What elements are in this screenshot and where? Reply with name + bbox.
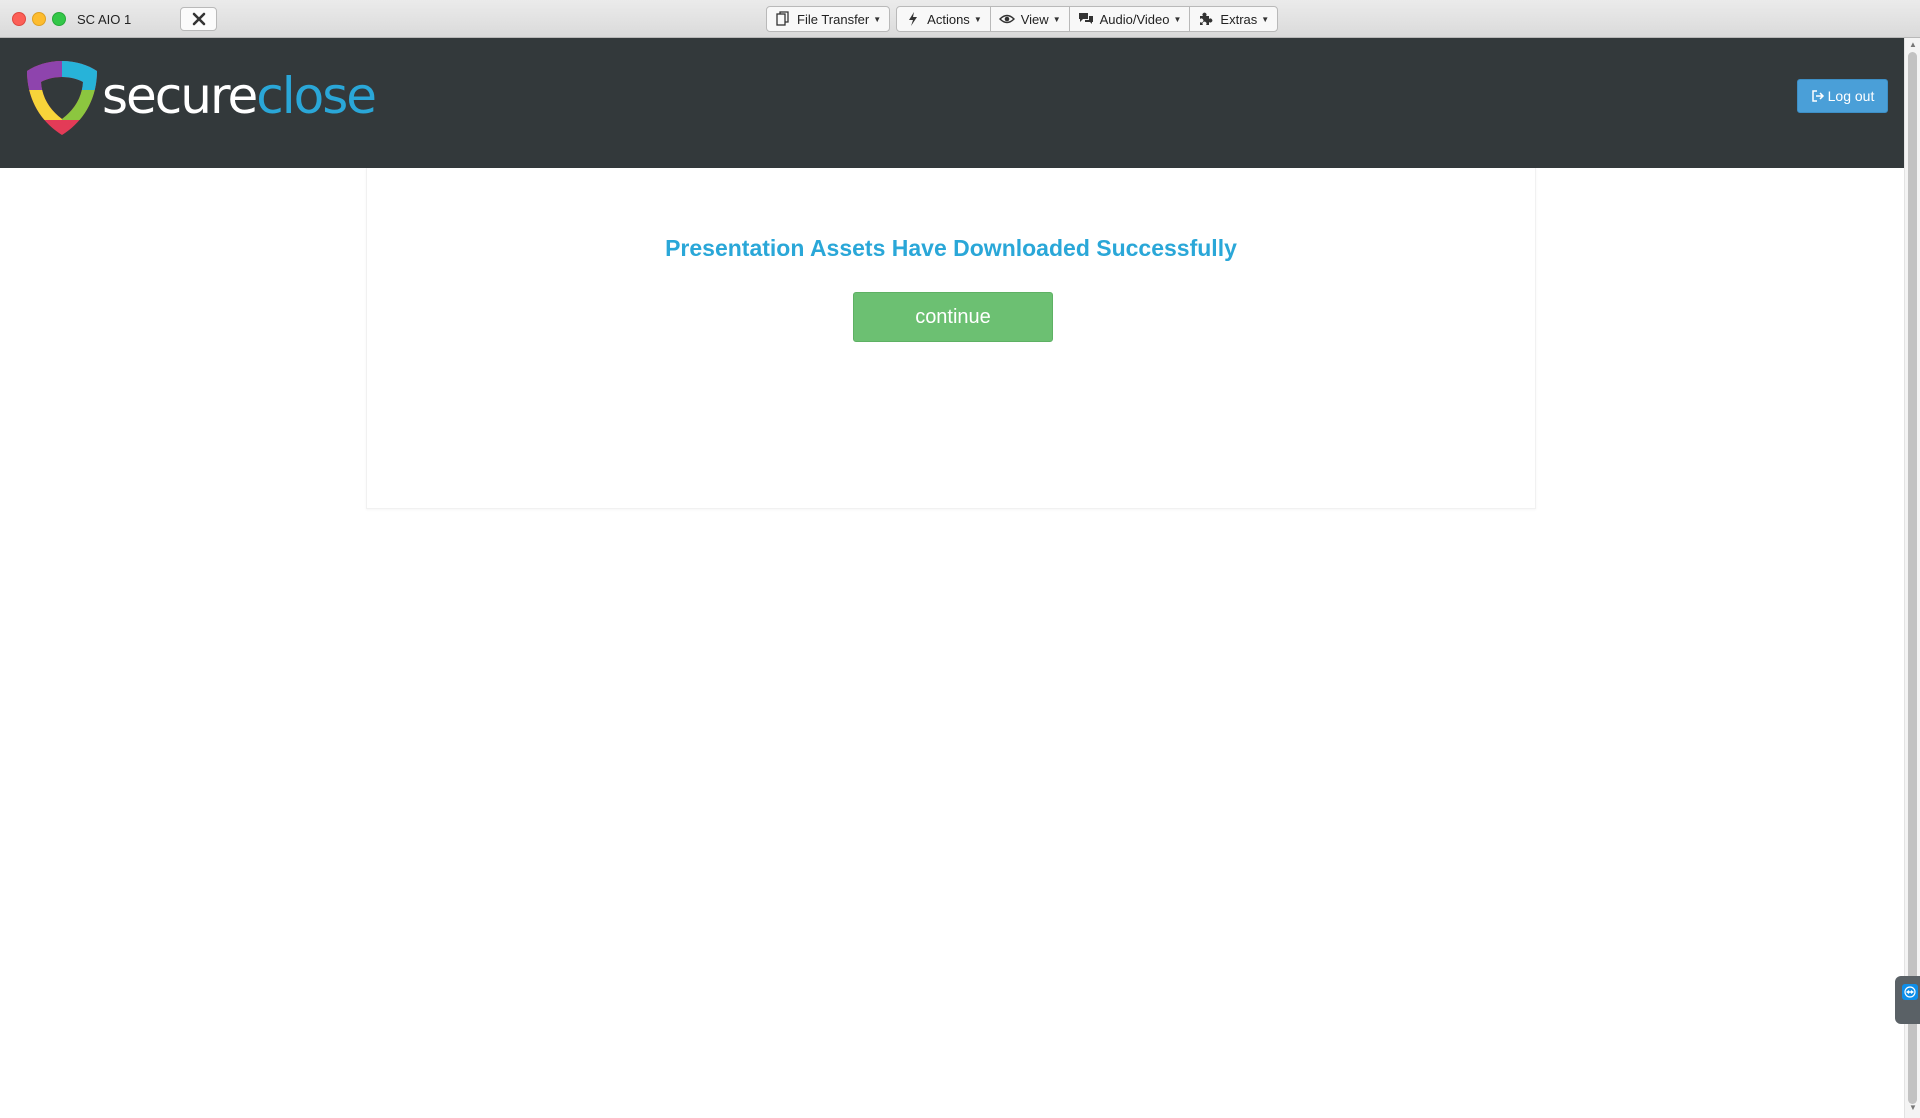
session-toolbar: SC AIO 1 File Transfer ▼ Actions ▼ View … (0, 0, 1920, 38)
success-message: Presentation Assets Have Downloaded Succ… (665, 235, 1237, 261)
puzzle-icon (1200, 12, 1213, 25)
actions-label: Actions (927, 11, 970, 27)
logo-wordmark-secure: secure (102, 67, 258, 125)
logout-button[interactable]: Log out (1797, 79, 1888, 113)
logout-label: Log out (1827, 88, 1875, 104)
view-menu[interactable]: View ▼ (989, 6, 1070, 32)
actions-menu[interactable]: Actions ▼ (896, 6, 991, 32)
session-menu-segment: Actions ▼ View ▼ Audio/Video ▼ Extras ▼ (896, 6, 1279, 32)
shield-logo-icon (27, 61, 97, 135)
session-menu-bar: File Transfer ▼ Actions ▼ View ▼ Audio/V… (766, 6, 1279, 32)
download-status-panel: Presentation Assets Have Downloaded Succ… (366, 168, 1536, 509)
logo-wordmark-close: close (256, 67, 377, 125)
chat-bubbles-icon (1078, 13, 1093, 24)
eye-icon (998, 14, 1015, 24)
window-close-dot[interactable] (12, 12, 26, 26)
scroll-up-arrow-icon[interactable]: ▲ (1909, 40, 1917, 49)
file-transfer-label: File Transfer (797, 11, 870, 27)
continue-button[interactable]: continue (853, 292, 1053, 342)
extras-label: Extras (1220, 11, 1258, 27)
teamviewer-icon (1902, 984, 1918, 1000)
site-header: secureclose Log out (0, 38, 1904, 168)
lightning-icon (909, 12, 918, 26)
window-minimize-dot[interactable] (32, 12, 46, 26)
chevron-down-icon: ▼ (873, 14, 882, 24)
audio-video-label: Audio/Video (1099, 11, 1170, 27)
close-icon (192, 12, 205, 26)
sign-out-icon (1811, 90, 1824, 102)
session-title: SC AIO 1 (77, 12, 132, 27)
window-zoom-dot[interactable] (52, 12, 66, 26)
securclose-logo[interactable]: secureclose (24, 58, 377, 138)
scrollbar-thumb[interactable] (1908, 52, 1917, 1104)
file-transfer-menu[interactable]: File Transfer ▼ (766, 6, 891, 32)
view-label: View (1020, 11, 1049, 27)
extras-menu[interactable]: Extras ▼ (1189, 6, 1279, 32)
vertical-scrollbar[interactable]: ▲ ▼ (1904, 38, 1920, 1118)
logo-wordmark: secureclose (102, 67, 377, 125)
chevron-down-icon: ▼ (973, 14, 982, 24)
audio-video-menu[interactable]: Audio/Video ▼ (1068, 6, 1191, 32)
chevron-down-icon: ▼ (1052, 14, 1061, 24)
file-copy-icon (776, 11, 789, 26)
chevron-down-icon: ▼ (1261, 14, 1270, 24)
chevron-down-icon: ▼ (1173, 14, 1182, 24)
remote-control-side-tab[interactable] (1895, 976, 1920, 1024)
scroll-down-arrow-icon[interactable]: ▼ (1909, 1103, 1917, 1112)
end-session-button[interactable] (180, 7, 217, 31)
